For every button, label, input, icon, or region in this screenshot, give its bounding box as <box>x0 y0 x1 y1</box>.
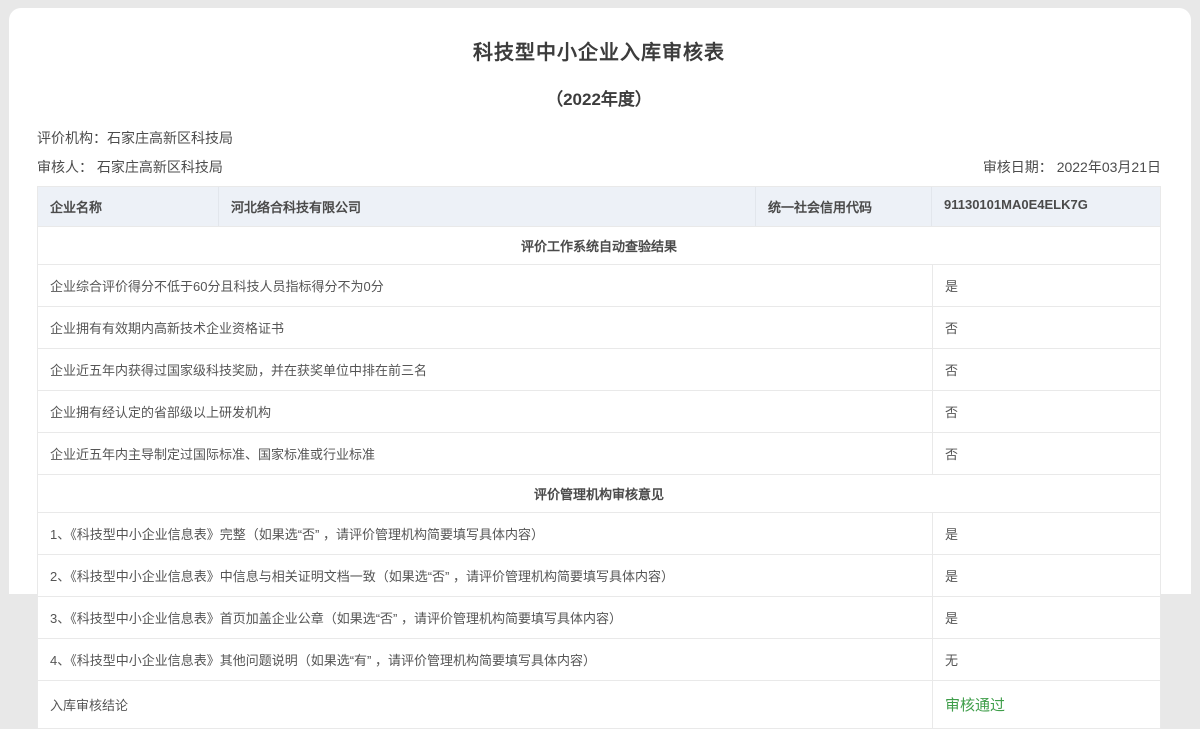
audit-date: 审核日期： 2022年03月21日 <box>983 157 1161 177</box>
question-text: 3、《科技型中小企业信息表》首页加盖企业公章（如果选“否” ，请评价管理机构简要… <box>38 597 932 638</box>
question-text: 4、《科技型中小企业信息表》其他问题说明（如果选“有” ，请评价管理机构简要填写… <box>38 639 932 680</box>
question-text: 2、《科技型中小企业信息表》中信息与相关证明文档一致（如果选“否” ，请评价管理… <box>38 555 932 596</box>
table-row: 1、《科技型中小企业信息表》完整（如果选“否” ，请评价管理机构简要填写具体内容… <box>38 513 1160 555</box>
conclusion-value: 审核通过 <box>932 681 1160 728</box>
question-text: 企业综合评价得分不低于60分且科技人员指标得分不为0分 <box>38 265 932 306</box>
section-header-agency-opinion: 评价管理机构审核意见 <box>38 475 1160 513</box>
table-row: 企业近五年内主导制定过国际标准、国家标准或行业标准 否 <box>38 433 1160 475</box>
question-text: 1、《科技型中小企业信息表》完整（如果选“否” ，请评价管理机构简要填写具体内容… <box>38 513 932 554</box>
form-meta: 评价机构：石家庄高新区科技局 审核人： 石家庄高新区科技局 审核日期： 2022… <box>37 128 1161 177</box>
company-info-row: 企业名称 河北络合科技有限公司 统一社会信用代码 91130101MA0E4EL… <box>38 187 1160 227</box>
conclusion-label: 入库审核结论 <box>38 681 932 728</box>
section-header-system-check: 评价工作系统自动查验结果 <box>38 227 1160 265</box>
answer-value: 否 <box>932 349 1160 390</box>
credit-code-label: 统一社会信用代码 <box>756 187 932 226</box>
company-name-value: 河北络合科技有限公司 <box>218 187 756 226</box>
answer-value: 否 <box>932 307 1160 348</box>
table-row: 4、《科技型中小企业信息表》其他问题说明（如果选“有” ，请评价管理机构简要填写… <box>38 639 1160 681</box>
auditor: 审核人： 石家庄高新区科技局 <box>37 157 223 177</box>
audit-table: 企业名称 河北络合科技有限公司 统一社会信用代码 91130101MA0E4EL… <box>37 186 1161 729</box>
evaluation-org: 评价机构：石家庄高新区科技局 <box>37 128 233 148</box>
question-text: 企业拥有有效期内高新技术企业资格证书 <box>38 307 932 348</box>
question-text: 企业近五年内主导制定过国际标准、国家标准或行业标准 <box>38 433 932 474</box>
table-row: 企业综合评价得分不低于60分且科技人员指标得分不为0分 是 <box>38 265 1160 307</box>
answer-value: 是 <box>932 265 1160 306</box>
question-text: 企业拥有经认定的省部级以上研发机构 <box>38 391 932 432</box>
answer-value: 否 <box>932 433 1160 474</box>
answer-value: 无 <box>932 639 1160 680</box>
question-text: 企业近五年内获得过国家级科技奖励，并在获奖单位中排在前三名 <box>38 349 932 390</box>
table-row: 企业拥有经认定的省部级以上研发机构 否 <box>38 391 1160 433</box>
table-row: 企业拥有有效期内高新技术企业资格证书 否 <box>38 307 1160 349</box>
table-row: 2、《科技型中小企业信息表》中信息与相关证明文档一致（如果选“否” ，请评价管理… <box>38 555 1160 597</box>
page-subtitle: （2022年度） <box>37 85 1161 110</box>
credit-code-value: 91130101MA0E4ELK7G <box>932 187 1160 226</box>
answer-value: 是 <box>932 513 1160 554</box>
answer-value: 是 <box>932 597 1160 638</box>
answer-value: 否 <box>932 391 1160 432</box>
page-title: 科技型中小企业入库审核表 <box>37 36 1161 65</box>
table-row: 3、《科技型中小企业信息表》首页加盖企业公章（如果选“否” ，请评价管理机构简要… <box>38 597 1160 639</box>
answer-value: 是 <box>932 555 1160 596</box>
conclusion-row: 入库审核结论 审核通过 <box>38 681 1160 728</box>
company-name-label: 企业名称 <box>38 187 218 226</box>
audit-form-page: 科技型中小企业入库审核表 （2022年度） 评价机构：石家庄高新区科技局 审核人… <box>9 8 1191 594</box>
table-row: 企业近五年内获得过国家级科技奖励，并在获奖单位中排在前三名 否 <box>38 349 1160 391</box>
